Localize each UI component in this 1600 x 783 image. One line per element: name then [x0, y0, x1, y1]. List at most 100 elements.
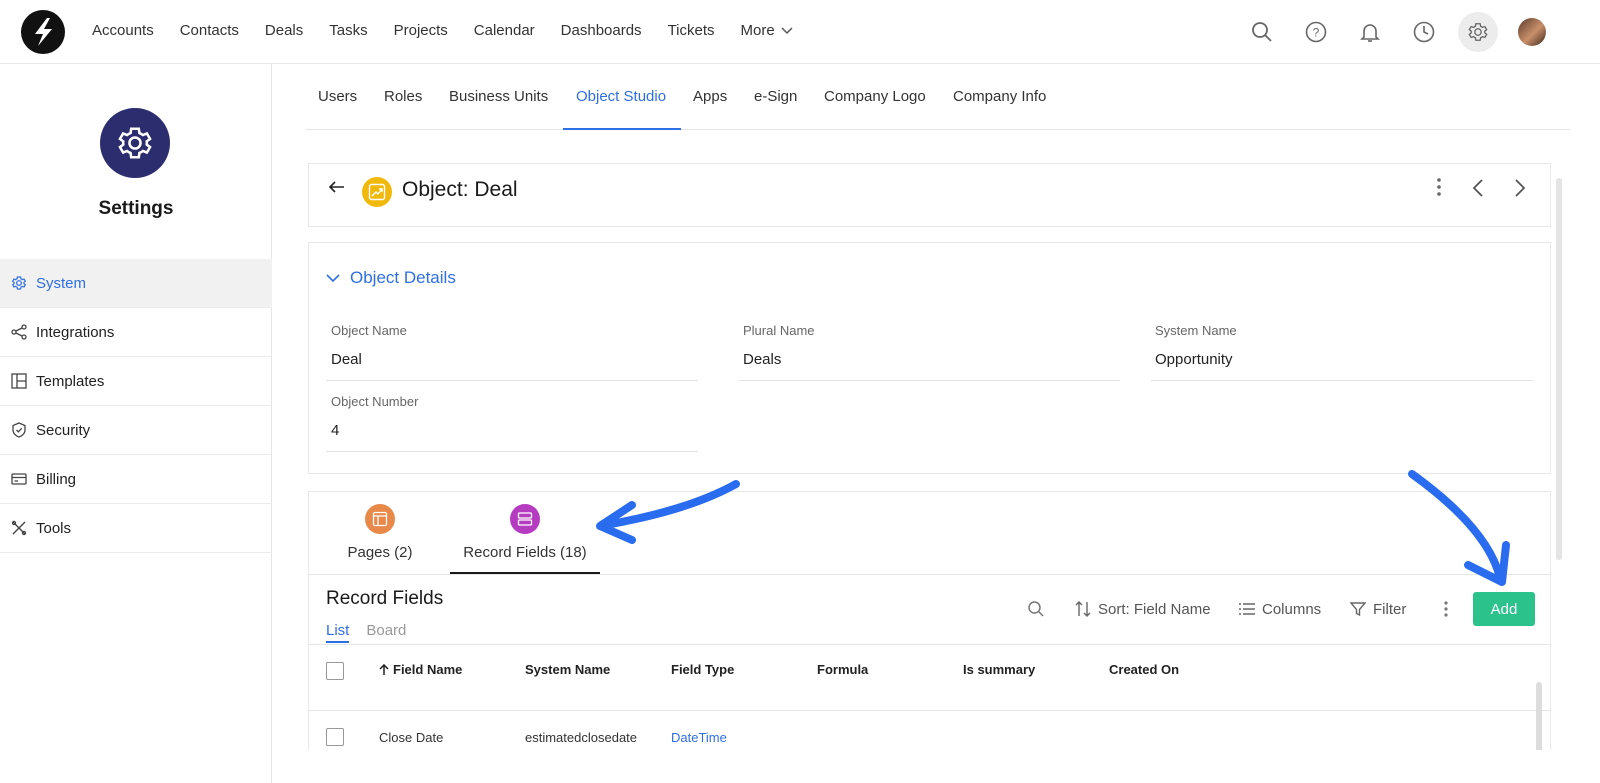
search-icon[interactable] — [1242, 12, 1282, 52]
tab-object-studio[interactable]: Object Studio — [576, 88, 666, 105]
nav-accounts[interactable]: Accounts — [92, 22, 154, 39]
page-bottom — [272, 750, 1600, 783]
field-label: Object Name — [331, 323, 407, 338]
back-arrow-icon[interactable] — [328, 178, 346, 196]
settings-tabs: Users Roles Business Units Object Studio… — [306, 64, 1570, 130]
field-value[interactable]: Opportunity — [1155, 351, 1237, 368]
nav-projects[interactable]: Projects — [394, 22, 448, 39]
chevron-down-icon — [326, 273, 340, 282]
sidebar-item-tools[interactable]: Tools — [0, 504, 272, 553]
svg-text:?: ? — [1313, 26, 1320, 40]
add-button[interactable]: Add — [1473, 592, 1535, 626]
share-icon — [11, 324, 27, 340]
tab-users[interactable]: Users — [318, 88, 357, 105]
tab-record-fields[interactable]: Record Fields (18) — [462, 504, 588, 561]
sidebar-item-label: Billing — [36, 470, 77, 488]
nav-contacts[interactable]: Contacts — [180, 22, 239, 39]
table-scrollbar[interactable] — [1536, 682, 1542, 752]
chevron-left-icon[interactable] — [1472, 178, 1484, 198]
tab-company-info[interactable]: Company Info — [953, 88, 1046, 105]
tab-business-units[interactable]: Business Units — [449, 88, 548, 105]
settings-title: Settings — [98, 198, 174, 219]
avatar[interactable] — [1518, 18, 1546, 46]
column-header-system-name[interactable]: System Name — [525, 662, 610, 677]
sidebar-item-label: Templates — [36, 372, 105, 390]
sort-icon — [1075, 601, 1091, 617]
chevron-right-icon[interactable] — [1514, 178, 1526, 198]
cell-system-name: estimatedclosedate — [525, 730, 638, 745]
field-label: System Name — [1155, 323, 1237, 338]
select-all-checkbox[interactable] — [326, 662, 344, 680]
sidebar-item-label: Integrations — [36, 323, 115, 341]
nav-more[interactable]: More — [741, 22, 793, 39]
sidebar-item-system[interactable]: System — [0, 259, 272, 308]
top-navigation: Accounts Contacts Deals Tasks Projects C… — [0, 0, 1600, 64]
field-value[interactable]: 4 — [331, 422, 418, 439]
column-header-label: Field Name — [393, 662, 463, 677]
filter-button[interactable]: Filter — [1350, 601, 1406, 618]
more-vertical-icon[interactable] — [1437, 178, 1441, 196]
help-icon[interactable]: ? — [1296, 12, 1336, 52]
sidebar-item-label: System — [36, 274, 87, 292]
sidebar-item-label: Tools — [36, 519, 72, 537]
column-header-field-name[interactable]: Field Name — [379, 662, 462, 677]
sidebar-item-billing[interactable]: Billing — [0, 455, 272, 504]
divider — [739, 380, 1120, 381]
tab-roles[interactable]: Roles — [384, 88, 422, 105]
chevron-down-icon — [781, 26, 793, 34]
more-vertical-icon[interactable] — [1444, 601, 1448, 617]
trend-chart-icon — [362, 177, 392, 207]
field-value[interactable]: Deals — [743, 351, 815, 368]
field-label: Object Number — [331, 394, 419, 409]
field-label: Plural Name — [743, 323, 815, 338]
record-fields-icon — [510, 504, 540, 534]
object-details-toggle[interactable]: Object Details — [326, 268, 456, 288]
filter-label: Filter — [1373, 600, 1407, 618]
object-header: Object: Deal — [308, 163, 1551, 227]
sort-label: Sort: Field Name — [1098, 600, 1211, 618]
arrow-up-icon — [379, 663, 389, 675]
search-icon[interactable] — [1027, 600, 1045, 618]
column-header-field-type[interactable]: Field Type — [671, 662, 734, 677]
clock-icon[interactable] — [1404, 12, 1444, 52]
tools-icon — [11, 520, 27, 536]
list-icon — [1239, 603, 1255, 615]
tab-company-logo[interactable]: Company Logo — [824, 88, 926, 105]
sidebar-item-templates[interactable]: Templates — [0, 357, 272, 406]
nav-tickets[interactable]: Tickets — [668, 22, 715, 39]
sidebar-item-label: Security — [36, 421, 91, 439]
bell-icon[interactable] — [1350, 12, 1390, 52]
app-logo[interactable] — [21, 10, 65, 54]
sort-button[interactable]: Sort: Field Name — [1075, 600, 1211, 618]
nav-dashboards[interactable]: Dashboards — [561, 22, 642, 39]
nav-deals[interactable]: Deals — [265, 22, 303, 39]
cell-field-name[interactable]: Close Date — [379, 730, 443, 745]
columns-button[interactable]: Columns — [1239, 601, 1321, 618]
gear-icon[interactable] — [1458, 12, 1498, 52]
nav-calendar[interactable]: Calendar — [474, 22, 535, 39]
sidebar-item-integrations[interactable]: Integrations — [0, 308, 272, 357]
tab-apps[interactable]: Apps — [693, 88, 727, 105]
nav-tasks[interactable]: Tasks — [329, 22, 367, 39]
divider — [326, 451, 698, 452]
row-checkbox[interactable] — [326, 728, 344, 746]
cell-field-type[interactable]: DateTime — [671, 730, 727, 745]
tab-pages-label: Pages (2) — [347, 544, 413, 561]
divider — [326, 380, 698, 381]
column-header-is-summary[interactable]: Is summary — [963, 662, 1035, 677]
field-value[interactable]: Deal — [331, 351, 407, 368]
tab-record-fields-label: Record Fields (18) — [463, 544, 587, 561]
filter-icon — [1350, 602, 1366, 617]
record-fields-panel: Pages (2) Record Fields (18) Record Fiel… — [308, 491, 1551, 751]
column-header-formula[interactable]: Formula — [817, 662, 868, 677]
settings-sidebar: Settings System Integrations Templates S… — [0, 64, 272, 783]
tab-e-sign[interactable]: e-Sign — [754, 88, 797, 105]
sidebar-item-security[interactable]: Security — [0, 406, 272, 455]
columns-label: Columns — [1262, 600, 1322, 618]
page-scrollbar[interactable] — [1556, 178, 1562, 560]
column-header-created-on[interactable]: Created On — [1109, 662, 1179, 677]
settings-gear-icon — [100, 108, 170, 178]
tab-pages[interactable]: Pages (2) — [346, 504, 414, 561]
shield-icon — [12, 422, 26, 438]
active-tab-indicator — [563, 128, 681, 130]
